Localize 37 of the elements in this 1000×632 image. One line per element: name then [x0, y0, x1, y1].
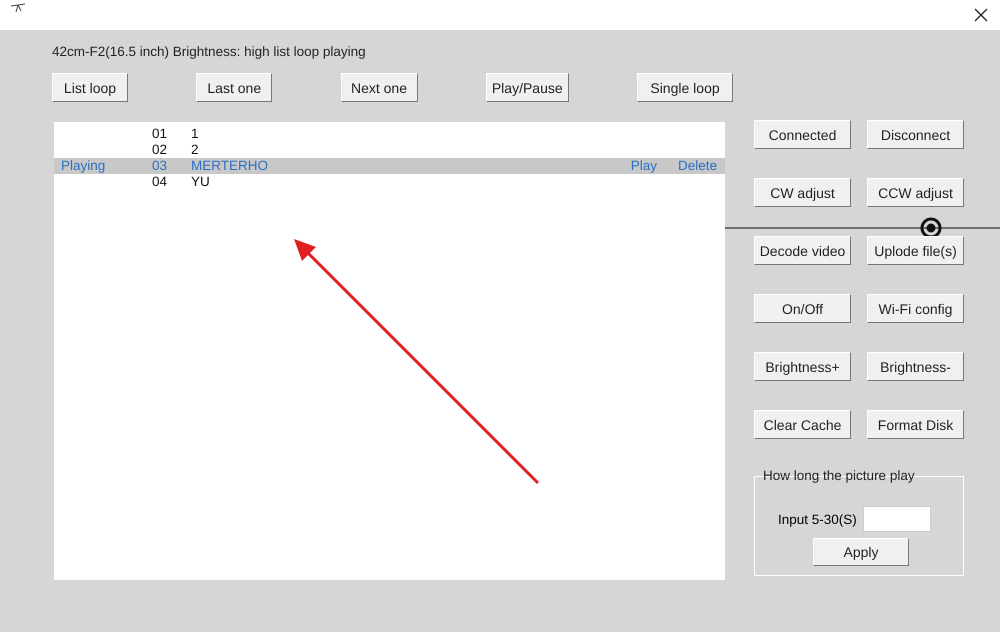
control-button[interactable]: Connected: [754, 120, 851, 149]
input-label: Input 5-30(S): [778, 512, 857, 526]
toolbar-button[interactable]: Play/Pause: [486, 73, 569, 102]
control-button[interactable]: On/Off: [754, 294, 851, 323]
control-button[interactable]: CCW adjust: [867, 178, 964, 207]
toolbar-button[interactable]: Last one: [196, 73, 272, 102]
track-name: MERTERHO: [191, 158, 270, 174]
playlist-row[interactable]: 04 YU: [54, 174, 725, 190]
track-number: 03: [152, 158, 168, 174]
status-text: 42cm-F2(16.5 inch) Brightness: high list loop playing: [51, 43, 367, 60]
toolbar-button[interactable]: List loop: [52, 73, 128, 102]
track-name: 1: [191, 126, 200, 142]
target-icon: [920, 217, 942, 239]
control-button[interactable]: Brightness+: [754, 352, 851, 381]
app-icon: [10, 3, 26, 13]
control-button[interactable]: Disconnect: [867, 120, 964, 149]
control-button[interactable]: Decode video: [754, 236, 851, 265]
playing-status: Playing: [61, 158, 106, 173]
duration-input-field[interactable]: [862, 506, 931, 532]
playlist-row[interactable]: 01 1: [54, 126, 725, 142]
toolbar-button[interactable]: Next one: [340, 73, 418, 102]
control-button[interactable]: CW adjust: [754, 178, 851, 207]
control-button[interactable]: Clear Cache: [754, 410, 851, 439]
close-icon[interactable]: [974, 8, 988, 22]
control-button[interactable]: Wi-Fi config: [867, 294, 964, 323]
apply-button[interactable]: Apply: [813, 538, 909, 566]
track-name: 2: [191, 142, 200, 158]
toolbar-button[interactable]: Single loop: [637, 73, 733, 102]
track-number: 04: [152, 174, 168, 190]
track-number: 02: [152, 142, 168, 158]
group-title: How long the picture play: [763, 468, 915, 483]
track-name: YU: [191, 174, 211, 190]
control-button[interactable]: Format Disk: [867, 410, 964, 439]
playlist-row[interactable]: 02 2: [54, 142, 725, 158]
control-button[interactable]: Uplode file(s): [867, 236, 964, 265]
control-button[interactable]: Brightness-: [867, 352, 964, 381]
track-number: 01: [152, 126, 168, 142]
